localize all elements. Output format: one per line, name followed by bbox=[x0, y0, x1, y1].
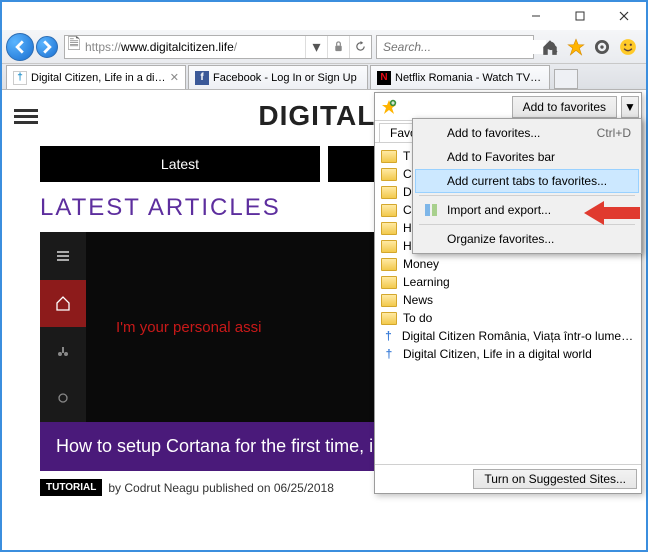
menu-item[interactable]: Add to favorites... Ctrl+D bbox=[415, 121, 639, 145]
favorites-folder[interactable]: Money bbox=[375, 255, 641, 273]
add-favorites-menu: Add to favorites... Ctrl+D Add to Favorite… bbox=[412, 118, 642, 254]
menu-item-label: Import and export... bbox=[447, 203, 551, 217]
suggested-sites-button[interactable]: Turn on Suggested Sites... bbox=[473, 469, 637, 489]
link-icon: † bbox=[381, 347, 397, 361]
subnav-latest[interactable]: Latest bbox=[40, 146, 320, 182]
favorites-folder[interactable]: Learning bbox=[375, 273, 641, 291]
favicon-netflix: N bbox=[377, 71, 391, 85]
menu-item-label: Add to Favorites bar bbox=[447, 150, 555, 164]
tab-close-icon[interactable]: ✕ bbox=[170, 71, 179, 84]
favicon-digitalcitizen: † bbox=[13, 71, 27, 85]
folder-icon bbox=[381, 150, 397, 163]
back-button[interactable] bbox=[6, 33, 34, 61]
favorites-item-label: Learning bbox=[403, 275, 450, 289]
folder-icon bbox=[381, 312, 397, 325]
favorites-item-label: Digital Citizen România, Viața într-o lu… bbox=[402, 329, 635, 343]
folder-icon bbox=[381, 276, 397, 289]
new-tab-button[interactable] bbox=[554, 69, 578, 89]
tab-label: Facebook - Log In or Sign Up bbox=[213, 72, 361, 84]
favorites-item-label: News bbox=[403, 293, 433, 307]
maximize-button[interactable] bbox=[558, 2, 602, 30]
folder-icon bbox=[381, 240, 397, 253]
forward-button[interactable] bbox=[36, 36, 58, 58]
window-titlebar bbox=[2, 2, 646, 30]
menu-item-label: Add current tabs to favorites... bbox=[447, 174, 607, 188]
tab-label: Digital Citizen, Life in a digi... bbox=[31, 72, 166, 84]
tab-strip: † Digital Citizen, Life in a digi... ✕ f… bbox=[2, 64, 646, 90]
add-to-favorites-icon[interactable] bbox=[375, 99, 403, 115]
favorites-link[interactable]: † Digital Citizen, Life in a digital worl… bbox=[375, 345, 641, 363]
close-button[interactable] bbox=[602, 2, 646, 30]
tab-3[interactable]: N Netflix Romania - Watch TV Sh... bbox=[370, 65, 550, 89]
search-box[interactable] bbox=[376, 35, 534, 59]
tab-label: Netflix Romania - Watch TV Sh... bbox=[395, 72, 543, 84]
favorites-folder[interactable]: To do bbox=[375, 309, 641, 327]
folder-icon bbox=[381, 186, 397, 199]
refresh-button[interactable] bbox=[349, 36, 371, 58]
favorites-item-label: T bbox=[403, 149, 410, 163]
import-export-icon bbox=[423, 202, 439, 218]
menu-item[interactable]: Add current tabs to favorites... bbox=[415, 169, 639, 193]
settings-gear-icon[interactable] bbox=[592, 37, 612, 57]
folder-icon bbox=[381, 258, 397, 271]
annotation-arrow bbox=[582, 200, 640, 231]
folder-icon bbox=[381, 204, 397, 217]
add-to-favorites-button[interactable]: Add to favorites bbox=[512, 96, 617, 118]
link-icon: † bbox=[381, 329, 396, 343]
url-text: https://www.digitalcitizen.life/ bbox=[83, 40, 305, 54]
favicon-facebook: f bbox=[195, 71, 209, 85]
favorites-item-label: To do bbox=[403, 311, 432, 325]
folder-icon bbox=[381, 294, 397, 307]
search-input[interactable] bbox=[377, 40, 546, 54]
menu-shortcut: Ctrl+D bbox=[597, 126, 631, 140]
tab-1[interactable]: † Digital Citizen, Life in a digi... ✕ bbox=[6, 65, 186, 89]
toolbar-icons bbox=[540, 37, 638, 57]
favorites-link[interactable]: † Digital Citizen România, Viața într-o l… bbox=[375, 327, 641, 345]
navigation-bar: 🗎 https://www.digitalcitizen.life/ ▾ bbox=[2, 30, 646, 64]
favorites-folder[interactable]: News bbox=[375, 291, 641, 309]
favorites-item-label: Digital Citizen, Life in a digital world bbox=[403, 347, 592, 361]
favorites-item-label: C bbox=[403, 167, 412, 181]
cortana-text: I'm your personal assi bbox=[116, 319, 261, 336]
favorites-item-label: Money bbox=[403, 257, 439, 271]
menu-item[interactable]: Add to Favorites bar bbox=[415, 145, 639, 169]
home-icon[interactable] bbox=[540, 37, 560, 57]
menu-item-label: Organize favorites... bbox=[447, 232, 554, 246]
article-byline: by Codrut Neagu published on 06/25/2018 bbox=[108, 481, 334, 495]
favorites-item-label: D bbox=[403, 185, 412, 199]
smiley-icon[interactable] bbox=[618, 37, 638, 57]
url-dropdown[interactable]: ▾ bbox=[305, 36, 327, 58]
menu-item-label: Add to favorites... bbox=[447, 126, 540, 140]
tab-2[interactable]: f Facebook - Log In or Sign Up bbox=[188, 65, 368, 89]
tutorial-badge: TUTORIAL bbox=[40, 479, 102, 496]
hamburger-menu-icon[interactable] bbox=[14, 106, 38, 127]
cortana-home-icon bbox=[40, 280, 86, 328]
lock-icon[interactable] bbox=[327, 36, 349, 58]
site-icon: 🗎 bbox=[65, 33, 83, 60]
favorites-item-label: C bbox=[403, 203, 412, 217]
add-to-favorites-dropdown[interactable]: ▼ bbox=[621, 96, 639, 118]
folder-icon bbox=[381, 222, 397, 235]
address-bar[interactable]: 🗎 https://www.digitalcitizen.life/ ▾ bbox=[64, 35, 372, 59]
favorites-star-icon[interactable] bbox=[566, 37, 586, 57]
minimize-button[interactable] bbox=[514, 2, 558, 30]
folder-icon bbox=[381, 168, 397, 181]
